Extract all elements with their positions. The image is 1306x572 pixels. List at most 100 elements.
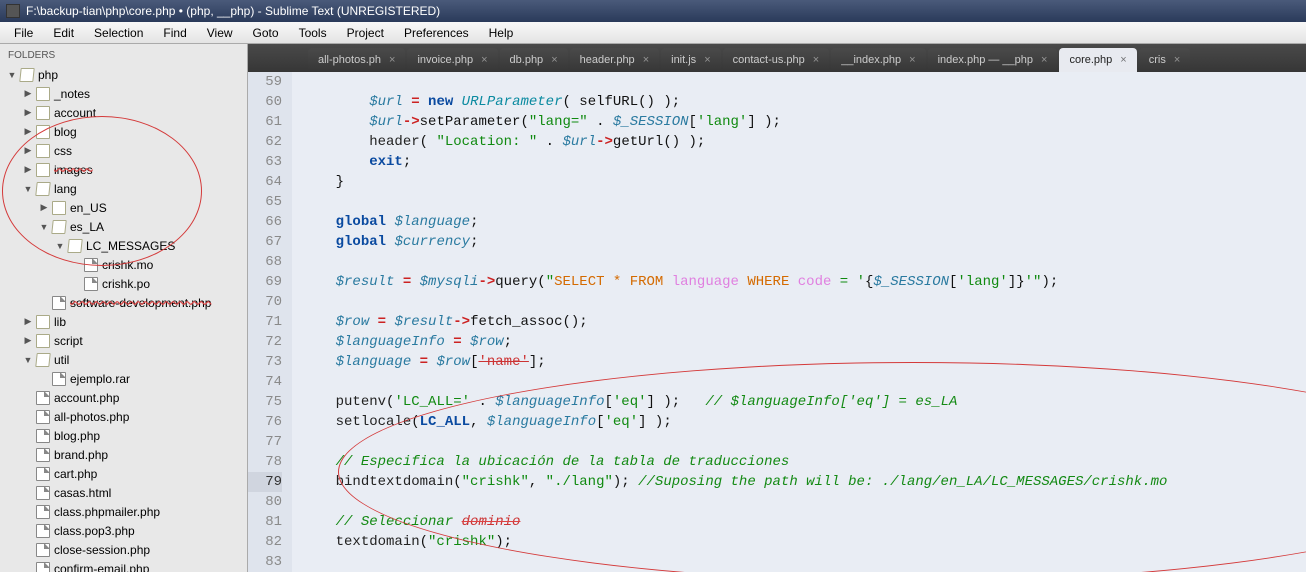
code-line[interactable]: putenv('LC_ALL=' . $languageInfo['eq'] )… [302, 392, 1306, 412]
twisty-icon[interactable]: ▼ [22, 354, 34, 366]
tree-item[interactable]: ▶css [2, 141, 245, 160]
tab[interactable]: all-photos.ph× [308, 48, 405, 72]
twisty-icon[interactable] [70, 278, 82, 290]
code-line[interactable]: textdomain("crishk"); [302, 532, 1306, 552]
tree-item[interactable]: ejemplo.rar [2, 369, 245, 388]
twisty-icon[interactable] [22, 449, 34, 461]
code-line[interactable]: $url = new URLParameter( selfURL() ); [302, 92, 1306, 112]
code-line[interactable]: global $language; [302, 212, 1306, 232]
twisty-icon[interactable]: ▼ [54, 240, 66, 252]
menu-preferences[interactable]: Preferences [394, 24, 479, 42]
twisty-icon[interactable]: ▶ [22, 316, 34, 328]
tree-item[interactable]: ▶blog [2, 122, 245, 141]
code-line[interactable]: $row = $result->fetch_assoc(); [302, 312, 1306, 332]
code-line[interactable] [302, 292, 1306, 312]
twisty-icon[interactable]: ▶ [22, 335, 34, 347]
menu-edit[interactable]: Edit [43, 24, 84, 42]
tree-item[interactable]: ▶lib [2, 312, 245, 331]
tree-item[interactable]: ▶en_US [2, 198, 245, 217]
tree-item[interactable]: ▼es_LA [2, 217, 245, 236]
code-line[interactable] [302, 192, 1306, 212]
menu-file[interactable]: File [4, 24, 43, 42]
tab[interactable]: __index.php× [831, 48, 925, 72]
code-line[interactable] [302, 492, 1306, 512]
tree-item[interactable]: confirm-email.php [2, 559, 245, 572]
code-line[interactable] [302, 432, 1306, 452]
code-line[interactable]: exit; [302, 152, 1306, 172]
twisty-icon[interactable]: ▶ [22, 145, 34, 157]
code-line[interactable] [302, 252, 1306, 272]
twisty-icon[interactable] [70, 259, 82, 271]
code-line[interactable] [302, 552, 1306, 572]
tab[interactable]: core.php× [1059, 48, 1136, 72]
twisty-icon[interactable]: ▶ [22, 164, 34, 176]
code-area[interactable]: 5960616263646566676869707172737475767778… [248, 72, 1306, 572]
twisty-icon[interactable] [38, 373, 50, 385]
close-icon[interactable]: × [1120, 54, 1126, 66]
menu-goto[interactable]: Goto [243, 24, 289, 42]
menu-project[interactable]: Project [337, 24, 394, 42]
twisty-icon[interactable] [22, 430, 34, 442]
code-content[interactable]: $url = new URLParameter( selfURL() ); $u… [292, 72, 1306, 572]
tree-item[interactable]: ▶images [2, 160, 245, 179]
twisty-icon[interactable]: ▼ [38, 221, 50, 233]
close-icon[interactable]: × [704, 54, 710, 66]
twisty-icon[interactable] [22, 525, 34, 537]
close-icon[interactable]: × [643, 54, 649, 66]
tree-item[interactable]: ▶script [2, 331, 245, 350]
twisty-icon[interactable]: ▼ [22, 183, 34, 195]
tree-item[interactable]: cart.php [2, 464, 245, 483]
tree-item[interactable]: class.phpmailer.php [2, 502, 245, 521]
tab[interactable]: header.php× [570, 48, 660, 72]
menu-view[interactable]: View [197, 24, 243, 42]
tree-item[interactable]: ▼lang [2, 179, 245, 198]
code-line[interactable]: bindtextdomain("crishk", "./lang"); //Su… [302, 472, 1306, 492]
tree-item[interactable]: blog.php [2, 426, 245, 445]
code-line[interactable]: setlocale(LC_ALL, $languageInfo['eq'] ); [302, 412, 1306, 432]
close-icon[interactable]: × [481, 54, 487, 66]
twisty-icon[interactable]: ▶ [38, 202, 50, 214]
tab[interactable]: invoice.php× [407, 48, 497, 72]
code-line[interactable]: global $currency; [302, 232, 1306, 252]
menu-selection[interactable]: Selection [84, 24, 153, 42]
tree-item[interactable]: class.pop3.php [2, 521, 245, 540]
twisty-icon[interactable]: ▶ [22, 107, 34, 119]
code-line[interactable]: // Especifica la ubicación de la tabla d… [302, 452, 1306, 472]
close-icon[interactable]: × [909, 54, 915, 66]
twisty-icon[interactable] [22, 563, 34, 572]
twisty-icon[interactable]: ▼ [6, 69, 18, 81]
close-icon[interactable]: × [1041, 54, 1047, 66]
tab[interactable]: db.php× [500, 48, 568, 72]
tree-item[interactable]: all-photos.php [2, 407, 245, 426]
twisty-icon[interactable] [22, 544, 34, 556]
tab[interactable]: cris× [1139, 48, 1191, 72]
tree-item[interactable]: ▶account [2, 103, 245, 122]
tab[interactable]: contact-us.php× [723, 48, 830, 72]
code-line[interactable]: $languageInfo = $row; [302, 332, 1306, 352]
tree-item[interactable]: brand.php [2, 445, 245, 464]
menu-help[interactable]: Help [479, 24, 524, 42]
code-line[interactable]: $language = $row['name']; [302, 352, 1306, 372]
twisty-icon[interactable] [38, 297, 50, 309]
tree-item[interactable]: ▼LC_MESSAGES [2, 236, 245, 255]
tree-item[interactable]: close-session.php [2, 540, 245, 559]
code-line[interactable]: $url->setParameter("lang=" . $_SESSION['… [302, 112, 1306, 132]
tree-item[interactable]: software-development.php [2, 293, 245, 312]
tree-item[interactable]: casas.html [2, 483, 245, 502]
code-line[interactable]: } [302, 172, 1306, 192]
tree-item[interactable]: crishk.po [2, 274, 245, 293]
tree-item[interactable]: ▼php [2, 65, 245, 84]
twisty-icon[interactable] [22, 392, 34, 404]
code-line[interactable] [302, 72, 1306, 92]
twisty-icon[interactable] [22, 506, 34, 518]
code-line[interactable] [302, 372, 1306, 392]
close-icon[interactable]: × [551, 54, 557, 66]
twisty-icon[interactable] [22, 411, 34, 423]
close-icon[interactable]: × [1174, 54, 1180, 66]
code-line[interactable]: // Seleccionar dominio [302, 512, 1306, 532]
code-line[interactable]: header( "Location: " . $url->getUrl() ); [302, 132, 1306, 152]
twisty-icon[interactable] [22, 487, 34, 499]
tree-item[interactable]: ▼util [2, 350, 245, 369]
twisty-icon[interactable]: ▶ [22, 88, 34, 100]
code-line[interactable]: $result = $mysqli->query("SELECT * FROM … [302, 272, 1306, 292]
